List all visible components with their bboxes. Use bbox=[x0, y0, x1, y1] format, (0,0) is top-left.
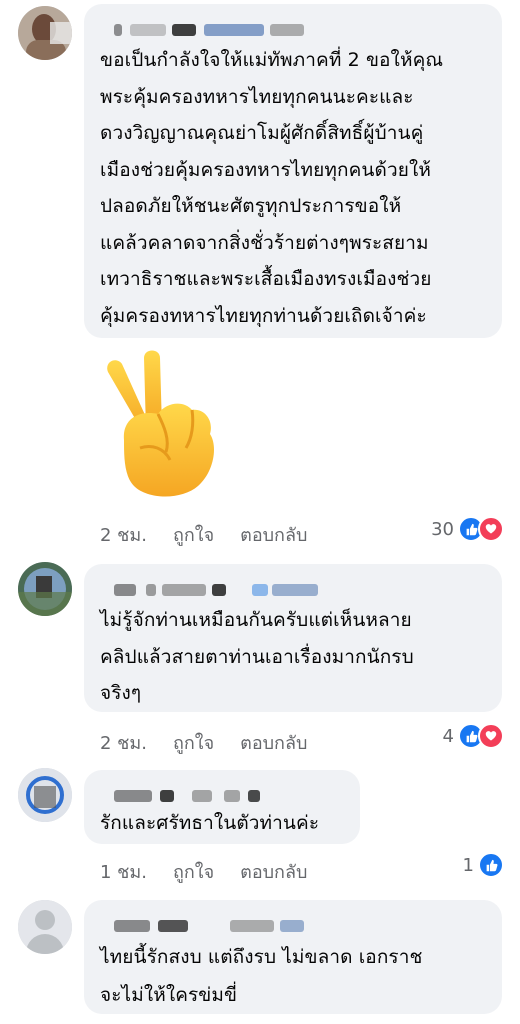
comment-bubble: รักและศรัทธาในตัวท่านค่ะ bbox=[84, 770, 360, 844]
author-name-redacted[interactable] bbox=[100, 18, 486, 40]
comment-text: ขอเป็นกำลังใจให้แม่ทัพภาคที่ 2 ขอให้คุณ … bbox=[100, 49, 444, 327]
commenter-avatar[interactable] bbox=[18, 768, 72, 822]
comment-text: ไม่รู้จักท่านเหมือนกันครับแต่เห็นหลาย คล… bbox=[100, 609, 414, 704]
comment-actions: 2 ชม. ถูกใจ ตอบกลับ bbox=[100, 520, 307, 549]
commenter-avatar[interactable] bbox=[18, 562, 72, 616]
commenter-avatar[interactable] bbox=[18, 900, 72, 954]
victory-hand-emoji bbox=[107, 350, 214, 497]
comment-time[interactable]: 2 ชม. bbox=[100, 728, 147, 757]
comment-bubble: ไทยนี้รักสงบ แต่ถึงรบ ไม่ขลาด เอกราช จะไ… bbox=[84, 900, 502, 1014]
commenter-avatar[interactable] bbox=[18, 6, 72, 60]
reaction-summary[interactable]: 1 bbox=[463, 852, 504, 878]
reply-button[interactable]: ตอบกลับ bbox=[240, 857, 307, 886]
like-icon bbox=[478, 852, 504, 878]
like-button[interactable]: ถูกใจ bbox=[173, 728, 214, 757]
comment-actions: 2 ชม. ถูกใจ ตอบกลับ bbox=[100, 728, 307, 757]
reaction-count: 1 bbox=[462, 854, 474, 876]
comment-time[interactable]: 1 ชม. bbox=[100, 857, 147, 886]
love-icon bbox=[478, 516, 504, 542]
reaction-summary[interactable]: 30 bbox=[431, 516, 504, 542]
reply-button[interactable]: ตอบกลับ bbox=[240, 728, 307, 757]
comment-bubble: ขอเป็นกำลังใจให้แม่ทัพภาคที่ 2 ขอให้คุณ … bbox=[84, 4, 502, 338]
love-icon bbox=[478, 723, 504, 749]
reaction-count: 30 bbox=[431, 518, 454, 540]
comment-bubble: ไม่รู้จักท่านเหมือนกันครับแต่เห็นหลาย คล… bbox=[84, 564, 502, 712]
comment-actions: 1 ชม. ถูกใจ ตอบกลับ bbox=[100, 857, 307, 886]
comment-time[interactable]: 2 ชม. bbox=[100, 520, 147, 549]
comment-text: ไทยนี้รักสงบ แต่ถึงรบ ไม่ขลาด เอกราช จะไ… bbox=[100, 946, 423, 1006]
author-name-redacted[interactable] bbox=[100, 784, 344, 806]
author-name-redacted[interactable] bbox=[100, 578, 486, 600]
reaction-summary[interactable]: 4 bbox=[443, 723, 504, 749]
reply-button[interactable]: ตอบกลับ bbox=[240, 520, 307, 549]
reaction-count: 4 bbox=[442, 725, 454, 747]
like-button[interactable]: ถูกใจ bbox=[173, 520, 214, 549]
comment-text: รักและศรัทธาในตัวท่านค่ะ bbox=[100, 812, 320, 834]
like-button[interactable]: ถูกใจ bbox=[173, 857, 214, 886]
author-name-redacted[interactable] bbox=[100, 914, 486, 936]
